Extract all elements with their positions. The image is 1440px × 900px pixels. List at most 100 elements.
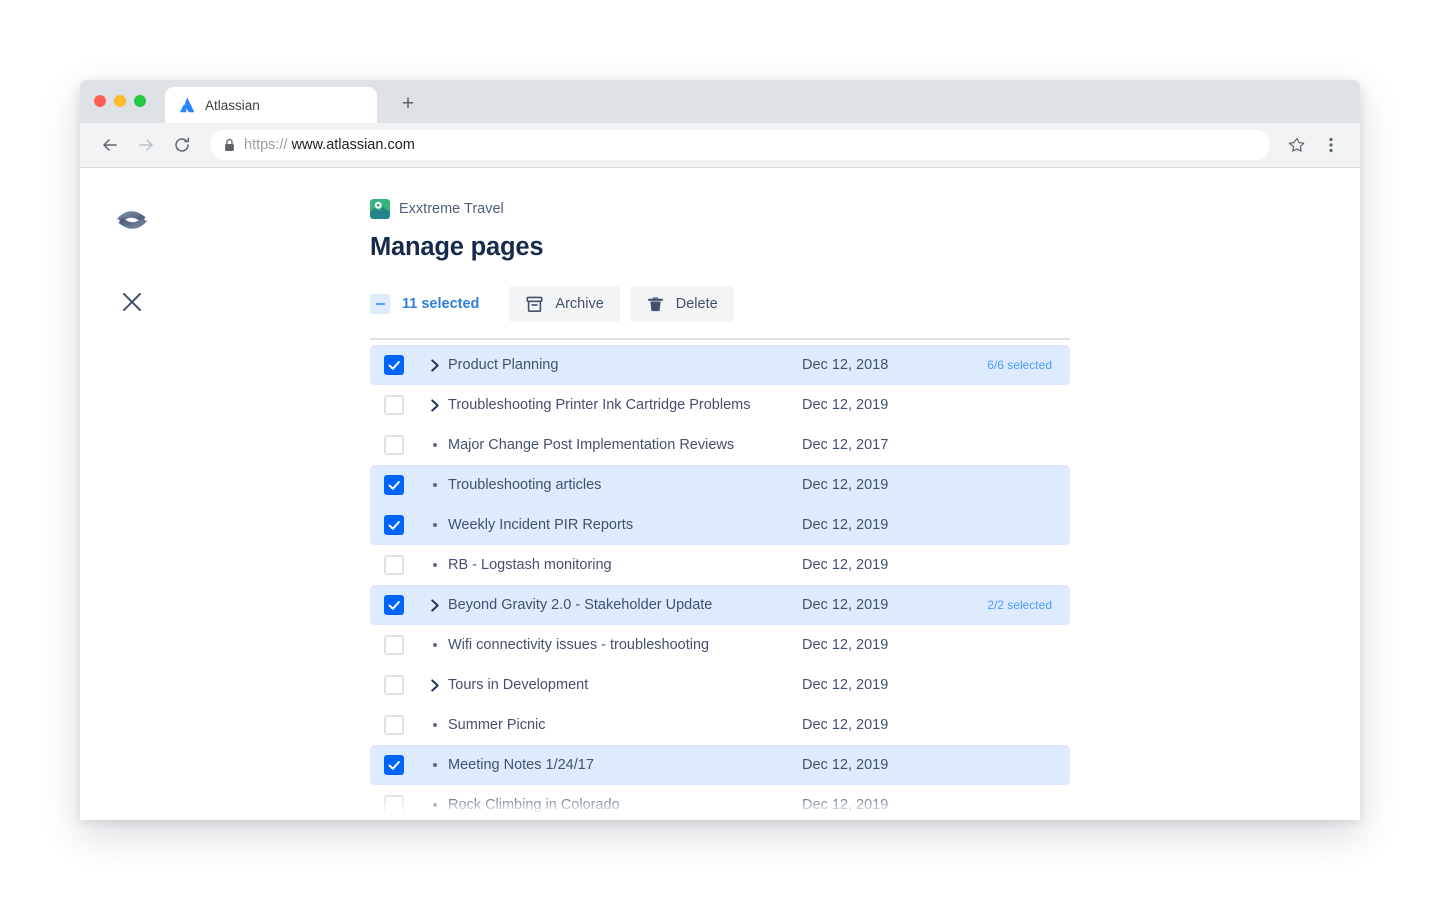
row-checkbox[interactable] [384, 475, 404, 495]
page-date-cell: Dec 12, 2019 [802, 477, 888, 493]
table-row[interactable]: RB - Logstash monitoringDec 12, 2019 [370, 545, 1070, 585]
page-title-cell[interactable]: Summer Picnic [448, 717, 1070, 733]
expand-chevron-icon[interactable] [422, 399, 448, 412]
row-checkbox[interactable] [384, 795, 404, 815]
leaf-bullet-icon [422, 523, 448, 527]
page-date-cell: Dec 12, 2019 [802, 677, 888, 693]
leaf-bullet-icon [422, 483, 448, 487]
row-checkbox[interactable] [384, 755, 404, 775]
row-checkbox[interactable] [384, 355, 404, 375]
page-title-cell[interactable]: Meeting Notes 1/24/17 [448, 757, 1070, 773]
child-selection-count: 6/6 selected [987, 358, 1052, 372]
page-date-cell: Dec 12, 2019 [802, 517, 888, 533]
page-title-cell[interactable]: Weekly Incident PIR Reports [448, 517, 1070, 533]
browser-toolbar: https:// www.atlassian.com [80, 123, 1360, 168]
row-checkbox[interactable] [384, 515, 404, 535]
back-arrow-icon [100, 135, 120, 155]
kebab-menu-icon [1322, 136, 1340, 154]
row-checkbox[interactable] [384, 635, 404, 655]
browser-window: Atlassian + https:// www.atl [80, 80, 1360, 820]
browser-tab-title: Atlassian [205, 98, 260, 113]
page-date-cell: Dec 12, 2019 [802, 557, 888, 573]
row-checkbox[interactable] [384, 555, 404, 575]
table-row[interactable]: Beyond Gravity 2.0 - Stakeholder UpdateD… [370, 585, 1070, 625]
page-date-cell: Dec 12, 2019 [802, 397, 888, 413]
archive-box-icon [525, 295, 544, 314]
leaf-bullet-icon [422, 563, 448, 567]
leaf-bullet-icon [422, 803, 448, 807]
page-date-cell: Dec 12, 2017 [802, 437, 888, 453]
address-bar[interactable]: https:// www.atlassian.com [210, 130, 1270, 160]
expand-chevron-icon[interactable] [422, 359, 448, 372]
check-icon [388, 359, 401, 372]
page-title-cell[interactable]: Troubleshooting articles [448, 477, 1070, 493]
delete-button-label: Delete [676, 296, 718, 312]
table-row[interactable]: Weekly Incident PIR ReportsDec 12, 2019 [370, 505, 1070, 545]
table-row[interactable]: Rock Climbing in ColoradoDec 12, 2019 [370, 785, 1070, 820]
selected-count-label: 11 selected [402, 296, 479, 312]
page-title-cell[interactable]: Troubleshooting Printer Ink Cartridge Pr… [448, 397, 1070, 413]
row-checkbox[interactable] [384, 675, 404, 695]
confluence-logo-icon [112, 200, 152, 240]
forward-button[interactable] [130, 129, 162, 161]
reload-icon [172, 135, 192, 155]
table-row[interactable]: Troubleshooting articlesDec 12, 2019 [370, 465, 1070, 505]
new-tab-button[interactable]: + [391, 87, 425, 121]
browser-tab-atlassian[interactable]: Atlassian [165, 87, 377, 123]
reload-button[interactable] [166, 129, 198, 161]
selection-summary[interactable]: 11 selected [370, 294, 499, 314]
page-date-cell: Dec 12, 2019 [802, 717, 888, 733]
close-panel-button[interactable] [106, 276, 158, 328]
page-title-cell[interactable]: Tours in Development [448, 677, 1070, 693]
confluence-logo-button[interactable] [106, 194, 158, 246]
close-window-button[interactable] [94, 95, 106, 107]
browser-tab-strip: Atlassian + [80, 80, 1360, 123]
page-title-cell[interactable]: Wifi connectivity issues - troubleshooti… [448, 637, 1070, 653]
close-x-icon [121, 291, 143, 313]
table-row[interactable]: Summer PicnicDec 12, 2019 [370, 705, 1070, 745]
bulk-actions-toolbar: 11 selected Archive [370, 286, 1360, 322]
window-traffic-lights [94, 95, 146, 107]
check-icon [388, 599, 401, 612]
row-checkbox[interactable] [384, 435, 404, 455]
table-row[interactable]: Meeting Notes 1/24/17Dec 12, 2019 [370, 745, 1070, 785]
page-date-cell: Dec 12, 2019 [802, 797, 888, 813]
page-date-cell: Dec 12, 2019 [802, 597, 888, 613]
leaf-bullet-icon [422, 763, 448, 767]
maximize-window-button[interactable] [134, 95, 146, 107]
row-checkbox[interactable] [384, 595, 404, 615]
page-title: Manage pages [370, 233, 1360, 262]
archive-button[interactable]: Archive [509, 286, 619, 322]
forward-arrow-icon [136, 135, 156, 155]
table-row[interactable]: Product PlanningDec 12, 2018 6/6 selected [370, 345, 1070, 385]
leaf-bullet-icon [422, 443, 448, 447]
delete-button[interactable]: Delete [630, 286, 734, 322]
table-row[interactable]: Wifi connectivity issues - troubleshooti… [370, 625, 1070, 665]
page-content: Exxtreme Travel Manage pages 11 selected… [80, 168, 1360, 820]
page-date-cell: Dec 12, 2018 [802, 357, 888, 373]
page-title-cell[interactable]: Major Change Post Implementation Reviews [448, 437, 1070, 453]
page-title-cell[interactable]: Beyond Gravity 2.0 - Stakeholder Update [448, 597, 1070, 613]
page-title-cell[interactable]: RB - Logstash monitoring [448, 557, 1070, 573]
expand-chevron-icon[interactable] [422, 599, 448, 612]
toolbar-divider [370, 338, 1070, 340]
page-date-cell: Dec 12, 2019 [802, 637, 888, 653]
browser-menu-button[interactable] [1316, 130, 1346, 160]
bookmark-button[interactable] [1282, 130, 1312, 160]
page-title-cell[interactable]: Product Planning [448, 357, 1070, 373]
table-row[interactable]: Tours in DevelopmentDec 12, 2019 [370, 665, 1070, 705]
row-checkbox[interactable] [384, 395, 404, 415]
minimize-window-button[interactable] [114, 95, 126, 107]
expand-chevron-icon[interactable] [422, 679, 448, 692]
select-all-checkbox[interactable] [370, 294, 390, 314]
app-sidebar [80, 168, 370, 820]
space-name: Exxtreme Travel [399, 201, 504, 217]
table-row[interactable]: Troubleshooting Printer Ink Cartridge Pr… [370, 385, 1070, 425]
page-title-cell[interactable]: Rock Climbing in Colorado [448, 797, 1070, 813]
archive-button-label: Archive [555, 296, 603, 312]
space-breadcrumb[interactable]: Exxtreme Travel [370, 198, 1360, 220]
pages-list: Product PlanningDec 12, 2018 6/6 selected… [370, 345, 1360, 820]
row-checkbox[interactable] [384, 715, 404, 735]
back-button[interactable] [94, 129, 126, 161]
table-row[interactable]: Major Change Post Implementation Reviews… [370, 425, 1070, 465]
